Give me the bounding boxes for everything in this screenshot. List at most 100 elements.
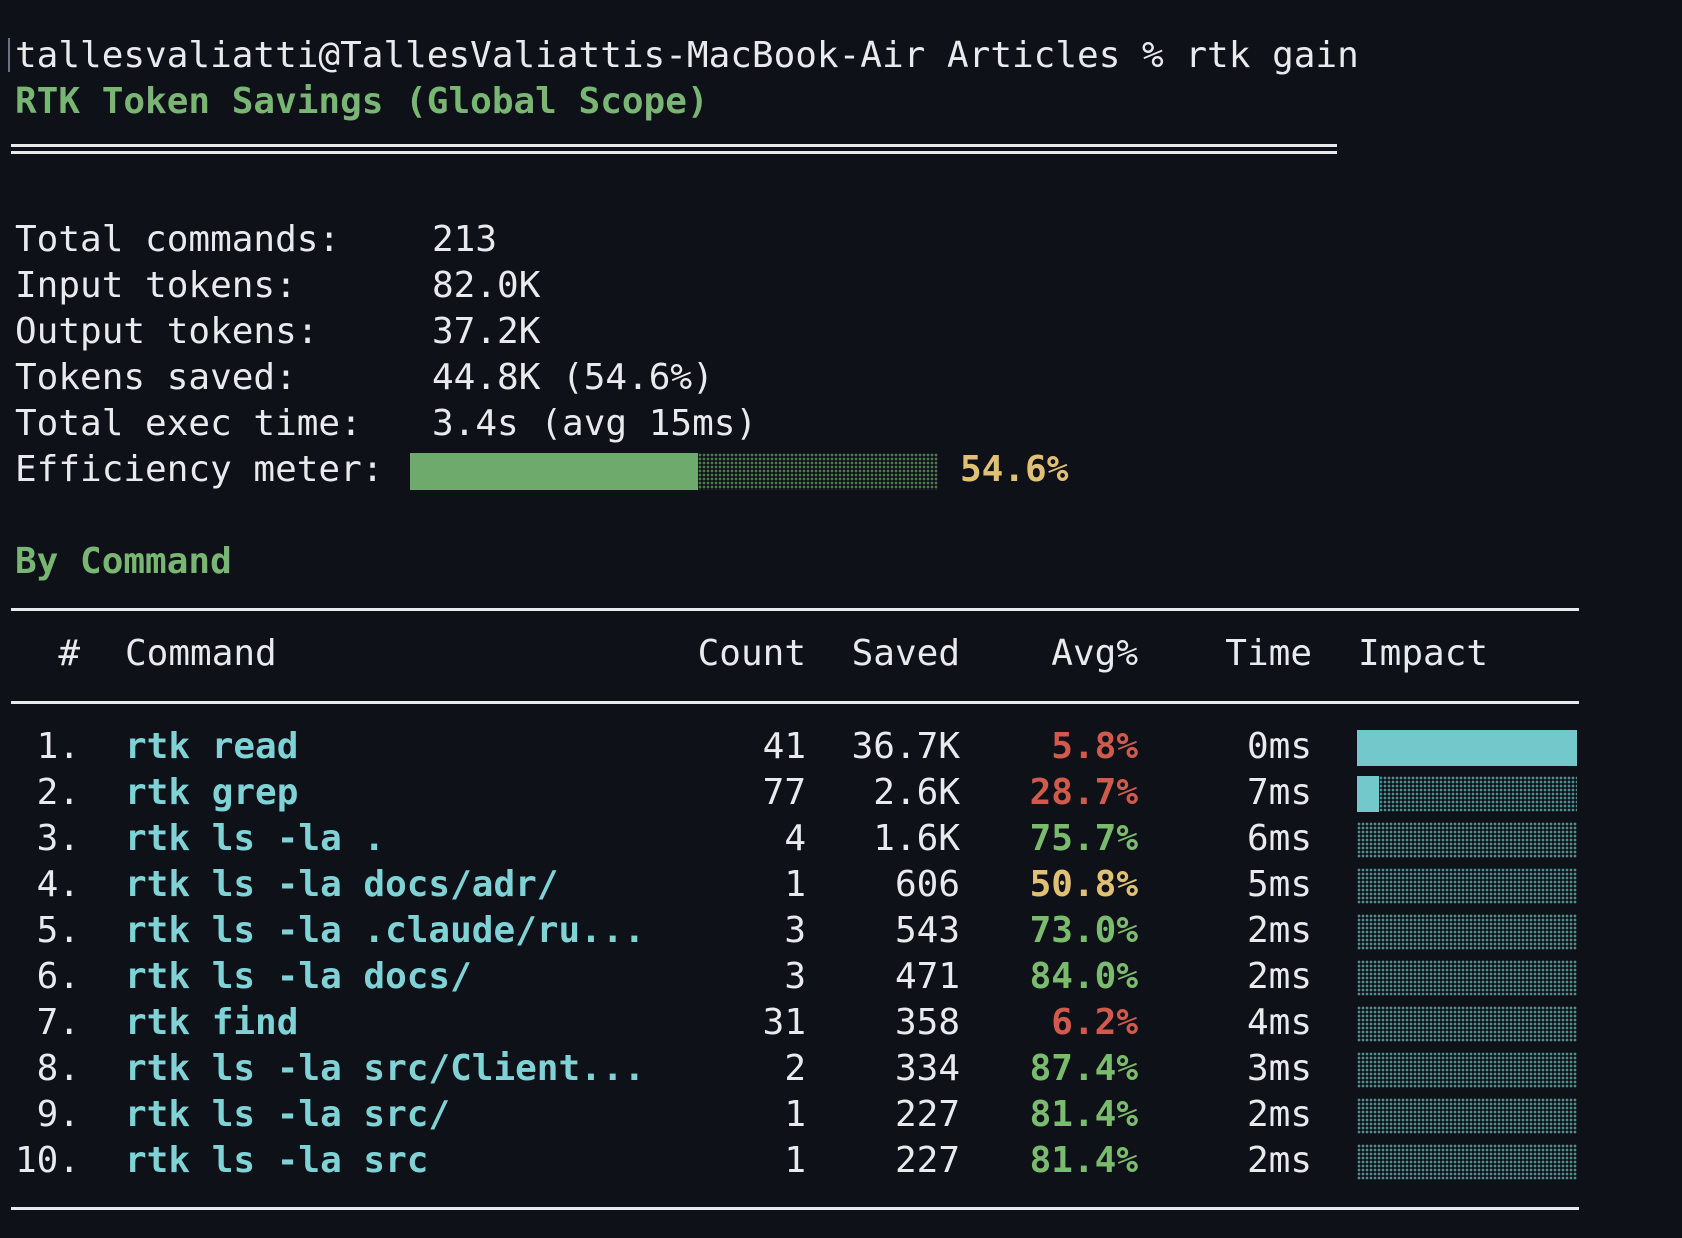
row-saved: 606	[894, 864, 960, 905]
row-time: 2ms	[1246, 1140, 1312, 1181]
row-command: rtk ls -la .	[125, 818, 386, 859]
row-avg: 50.8%	[1029, 864, 1138, 905]
row-saved: 227	[894, 1140, 960, 1181]
row-time: 5ms	[1246, 864, 1312, 905]
row-saved: 1.6K	[873, 818, 960, 859]
row-time: 4ms	[1246, 1002, 1312, 1043]
impact-bar	[1357, 822, 1577, 858]
impact-bar	[1357, 776, 1577, 812]
row-num: 4.	[36, 864, 80, 905]
row-num: 3.	[36, 818, 80, 859]
impact-bar	[1357, 1098, 1577, 1134]
impact-bar-remaining	[1357, 1006, 1577, 1042]
impact-bar	[1357, 868, 1577, 904]
row-avg: 81.4%	[1029, 1140, 1138, 1181]
impact-bar-remaining	[1357, 1144, 1577, 1180]
row-avg: 75.7%	[1029, 818, 1138, 859]
impact-bar	[1357, 1144, 1577, 1180]
efficiency-label: Efficiency meter:	[15, 449, 384, 490]
row-command: rtk ls -la docs/adr/	[125, 864, 559, 905]
row-avg: 28.7%	[1029, 772, 1138, 813]
exec-time-label: Total exec time:	[15, 403, 362, 444]
row-num: 8.	[36, 1048, 80, 1089]
row-num: 6.	[36, 956, 80, 997]
row-time: 7ms	[1246, 772, 1312, 813]
table-top-divider	[11, 608, 1579, 611]
row-avg: 81.4%	[1029, 1094, 1138, 1135]
row-count: 41	[762, 726, 806, 767]
exec-time-value: 3.4s (avg 15ms)	[432, 403, 758, 444]
impact-bar-remaining	[1357, 1052, 1577, 1088]
row-count: 31	[762, 1002, 806, 1043]
row-saved: 471	[894, 956, 960, 997]
row-num: 9.	[36, 1094, 80, 1135]
efficiency-meter	[410, 453, 938, 490]
header-num: #	[58, 633, 80, 674]
row-time: 2ms	[1246, 1094, 1312, 1135]
report-title: RTK Token Savings (Global Scope)	[15, 81, 709, 122]
table-bottom-divider	[11, 1207, 1579, 1210]
impact-bar	[1357, 914, 1577, 950]
row-command: rtk ls -la src/	[125, 1094, 451, 1135]
table-header-divider	[11, 701, 1579, 704]
impact-bar-remaining	[1379, 776, 1577, 812]
row-saved: 2.6K	[873, 772, 960, 813]
row-count: 2	[784, 1048, 806, 1089]
impact-bar-remaining	[1357, 868, 1577, 904]
row-saved: 543	[894, 910, 960, 951]
row-command: rtk read	[125, 726, 299, 767]
cursor-indicator	[8, 38, 10, 72]
row-count: 3	[784, 910, 806, 951]
tokens-saved-label: Tokens saved:	[15, 357, 297, 398]
row-command: rtk grep	[125, 772, 299, 813]
input-tokens-value: 82.0K	[432, 265, 541, 306]
row-time: 0ms	[1246, 726, 1312, 767]
row-count: 1	[784, 864, 806, 905]
header-command: Command	[125, 633, 277, 674]
row-time: 2ms	[1246, 956, 1312, 997]
efficiency-meter-fill	[410, 453, 699, 490]
impact-bar-remaining	[1357, 822, 1577, 858]
row-command: rtk ls -la .claude/ru...	[125, 910, 646, 951]
header-saved: Saved	[851, 633, 960, 674]
prompt-line: tallesvaliatti@TallesValiattis-MacBook-A…	[15, 35, 1359, 76]
total-commands-label: Total commands:	[15, 219, 341, 260]
row-num: 7.	[36, 1002, 80, 1043]
row-command: rtk ls -la docs/	[125, 956, 472, 997]
input-tokens-label: Input tokens:	[15, 265, 297, 306]
impact-bar	[1357, 960, 1577, 996]
row-saved: 334	[894, 1048, 960, 1089]
row-command: rtk ls -la src	[125, 1140, 429, 1181]
row-saved: 358	[894, 1002, 960, 1043]
efficiency-value: 54.6%	[960, 449, 1069, 490]
row-num: 2.	[36, 772, 80, 813]
row-saved: 227	[894, 1094, 960, 1135]
row-count: 4	[784, 818, 806, 859]
row-avg: 5.8%	[1051, 726, 1138, 767]
impact-bar-fill	[1357, 776, 1379, 812]
row-avg: 6.2%	[1051, 1002, 1138, 1043]
row-time: 2ms	[1246, 910, 1312, 951]
impact-bar-remaining	[1357, 1098, 1577, 1134]
row-count: 77	[762, 772, 806, 813]
row-count: 3	[784, 956, 806, 997]
row-num: 10.	[14, 1140, 80, 1181]
output-tokens-value: 37.2K	[432, 311, 541, 352]
row-num: 5.	[36, 910, 80, 951]
header-time: Time	[1225, 633, 1312, 674]
row-command: rtk ls -la src/Client...	[125, 1048, 646, 1089]
header-impact: Impact	[1358, 633, 1489, 674]
output-tokens-label: Output tokens:	[15, 311, 319, 352]
section-heading: By Command	[15, 541, 232, 582]
row-count: 1	[784, 1140, 806, 1181]
row-avg: 73.0%	[1029, 910, 1138, 951]
row-saved: 36.7K	[851, 726, 960, 767]
row-count: 1	[784, 1094, 806, 1135]
row-num: 1.	[36, 726, 80, 767]
impact-bar-fill	[1357, 730, 1577, 766]
efficiency-meter-remaining	[698, 453, 938, 490]
row-time: 3ms	[1246, 1048, 1312, 1089]
row-command: rtk find	[125, 1002, 299, 1043]
row-avg: 84.0%	[1029, 956, 1138, 997]
header-avg: Avg%	[1051, 633, 1138, 674]
